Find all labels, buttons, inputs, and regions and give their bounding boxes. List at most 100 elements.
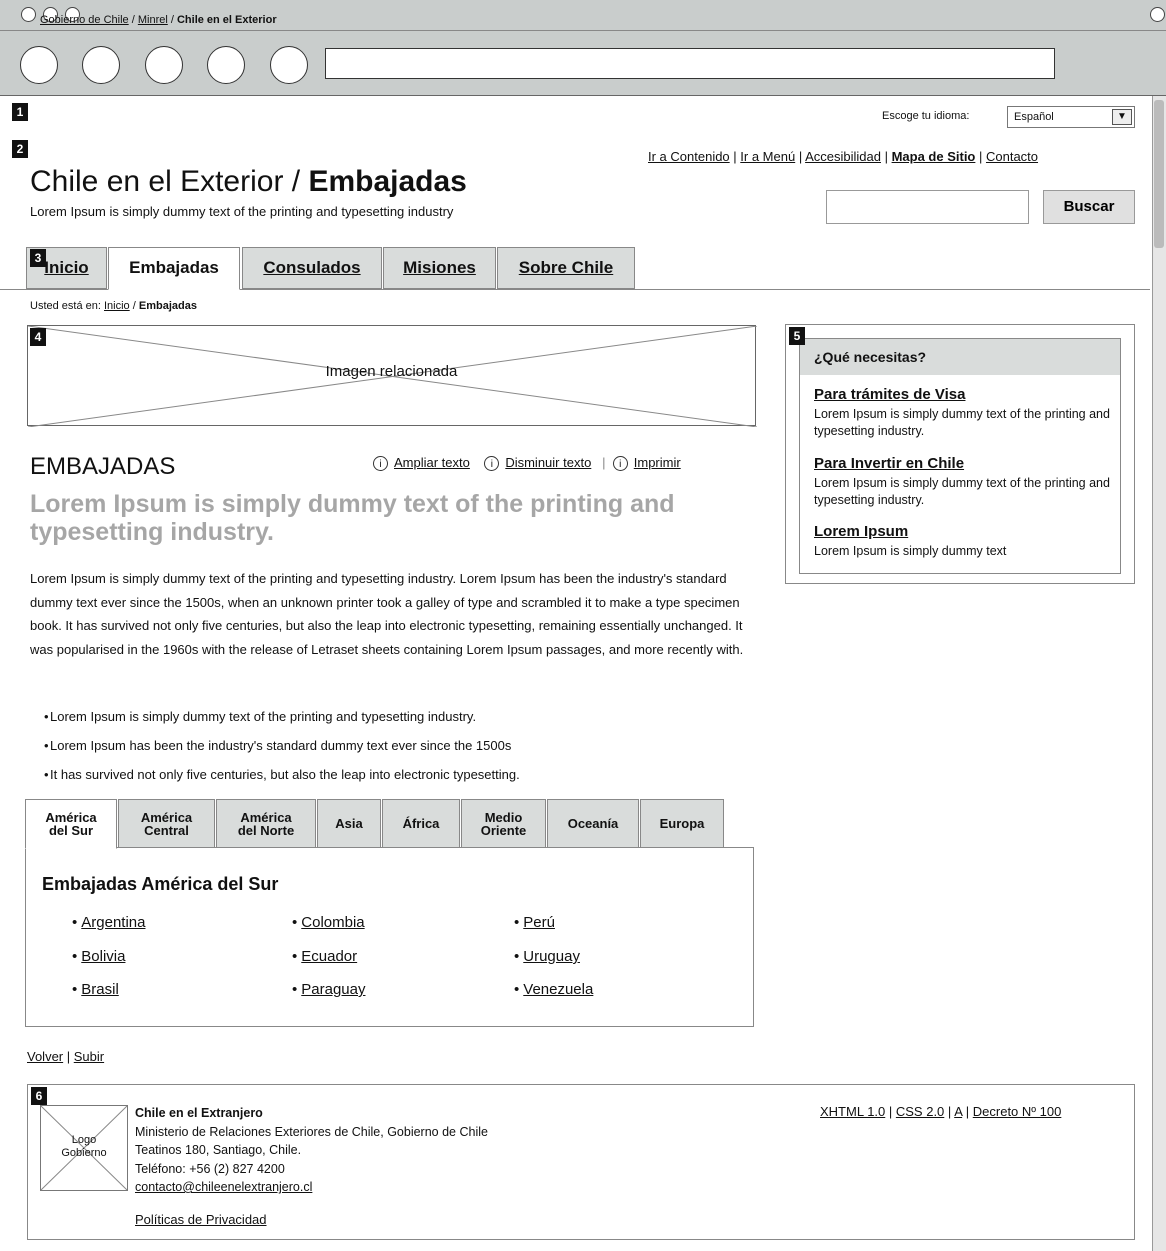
breadcrumb: Usted está en: Inicio / Embajadas: [30, 300, 197, 312]
search-button[interactable]: Buscar: [1043, 190, 1135, 224]
logo-label: Logo Gobierno: [61, 1134, 107, 1159]
bullet-list: Lorem Ipsum is simply dummy text of the …: [30, 702, 520, 789]
annotation-badge: 1: [12, 103, 28, 121]
sidebar-link-visa[interactable]: Para trámites de Visa: [814, 386, 965, 403]
site-title: Chile en el Exterior / Embajadas: [30, 165, 467, 199]
breadcrumb-separator: /: [128, 14, 138, 26]
breadcrumb-link-inicio[interactable]: Inicio: [104, 300, 130, 312]
css-link[interactable]: CSS 2.0: [896, 1104, 944, 1119]
sidebar-link-invertir[interactable]: Para Invertir en Chile: [814, 455, 964, 472]
browser-reload-button[interactable]: [145, 46, 183, 84]
region-tab-america-del-sur[interactable]: América del Sur: [25, 799, 117, 849]
annotation-badge: 6: [31, 1087, 47, 1105]
language-select[interactable]: Español ▼: [1007, 106, 1135, 128]
region-tab-america-del-norte[interactable]: América del Norte: [216, 799, 316, 848]
top-utility-links: Ir a Contenido | Ir a Menú | Accesibilid…: [648, 149, 1039, 164]
country-link-argentina[interactable]: Argentina: [72, 914, 145, 931]
back-link[interactable]: Volver: [27, 1049, 63, 1064]
footer-ministry: Ministerio de Relaciones Exteriores de C…: [135, 1124, 488, 1139]
country-link-peru[interactable]: Perú: [514, 914, 555, 931]
region-tab-africa[interactable]: África: [382, 799, 460, 848]
xhtml-link[interactable]: XHTML 1.0: [820, 1104, 885, 1119]
region-tab-asia[interactable]: Asia: [317, 799, 381, 848]
breadcrumb-top: Gobierno de Chile / Minrel / Chile en el…: [40, 14, 277, 26]
page-links: Volver | Subir: [27, 1049, 105, 1064]
breadcrumb-current: Embajadas: [138, 300, 197, 312]
window-close-button[interactable]: [21, 7, 36, 22]
region-tab-europa[interactable]: Europa: [640, 799, 724, 848]
country-link-venezuela[interactable]: Venezuela: [514, 981, 593, 998]
government-logo: Logo Gobierno: [40, 1105, 128, 1191]
region-tab-label: Asia: [335, 816, 363, 831]
list-item: Lorem Ipsum is simply dummy text of the …: [30, 702, 520, 731]
country-link-ecuador[interactable]: Ecuador: [292, 948, 357, 965]
link-mapa-de-sitio[interactable]: Mapa de Sitio: [892, 149, 976, 164]
site-subtitle: Lorem Ipsum is simply dummy text of the …: [30, 204, 454, 219]
breadcrumb-link-gobierno[interactable]: Gobierno de Chile: [40, 14, 129, 26]
info-icon: i: [484, 456, 500, 472]
browser-stop-button[interactable]: [207, 46, 245, 84]
link-accesibilidad[interactable]: Accesibilidad: [805, 149, 881, 164]
annotation-badge: 2: [12, 140, 28, 158]
browser-toolbar: [0, 31, 1166, 96]
region-tab-label: Europa: [659, 816, 705, 831]
enlarge-text-link[interactable]: Ampliar texto: [394, 455, 470, 470]
body-paragraph: Lorem Ipsum is simply dummy text of the …: [30, 571, 744, 657]
footer-email-link[interactable]: contacto@chileenelextranjero.cl: [135, 1180, 312, 1194]
scrollbar-thumb[interactable]: [1154, 100, 1164, 248]
privacy-policy-link[interactable]: Políticas de Privacidad: [135, 1212, 267, 1227]
footer-org: Chile en el Extranjero: [135, 1106, 263, 1120]
country-link-uruguay[interactable]: Uruguay: [514, 948, 580, 965]
accessibility-a-link[interactable]: A: [954, 1104, 962, 1119]
annotation-badge: 5: [789, 327, 805, 345]
info-icon: i: [612, 456, 628, 472]
tab-consulados[interactable]: Consulados: [242, 247, 382, 289]
sidebar-item-desc: Lorem Ipsum is simply dummy text: [814, 544, 1007, 558]
region-tab-medio-oriente[interactable]: Medio Oriente: [461, 799, 546, 848]
related-image-placeholder: Imagen relacionada: [27, 325, 757, 427]
breadcrumb-link-minrel[interactable]: Minrel: [138, 14, 168, 26]
site-title-section: Embajadas: [308, 165, 467, 198]
sidebar-title: ¿Qué necesitas?: [800, 339, 1120, 375]
country-link-paraguay[interactable]: Paraguay: [292, 981, 365, 998]
region-tab-america-central[interactable]: América Central: [118, 799, 215, 848]
breadcrumb-separator: /: [167, 14, 177, 26]
link-contacto[interactable]: Contacto: [986, 149, 1038, 164]
breadcrumb-label: Usted está en:: [30, 300, 101, 312]
language-selected: Español: [1014, 111, 1054, 123]
footer-address: Teatinos 180, Santiago, Chile.: [135, 1143, 302, 1157]
tab-misiones[interactable]: Misiones: [383, 247, 496, 289]
region-tab-label: América Central: [140, 809, 193, 838]
print-link[interactable]: Imprimir: [634, 455, 681, 470]
sidebar-link-lorem[interactable]: Lorem Ipsum: [814, 523, 908, 540]
lead-text: Lorem Ipsum is simply dummy text of the …: [30, 490, 675, 546]
search-input[interactable]: [826, 190, 1029, 224]
tab-embajadas[interactable]: Embajadas: [108, 247, 240, 290]
up-link[interactable]: Subir: [74, 1049, 104, 1064]
region-tab-label: Medio Oriente: [480, 809, 527, 838]
country-link-colombia[interactable]: Colombia: [292, 914, 364, 931]
page-heading: EMBAJADAS: [30, 453, 176, 480]
sidebar-item-desc: Lorem Ipsum is simply dummy text of the …: [814, 407, 1110, 438]
country-link-bolivia[interactable]: Bolivia: [72, 948, 125, 965]
scrollbar[interactable]: [1152, 96, 1166, 1251]
tab-sobre-chile[interactable]: Sobre Chile: [497, 247, 635, 289]
chevron-down-icon[interactable]: ▼: [1112, 109, 1132, 125]
link-ir-a-menu[interactable]: Ir a Menú: [740, 149, 795, 164]
browser-home-button[interactable]: [270, 46, 308, 84]
link-ir-a-contenido[interactable]: Ir a Contenido: [648, 149, 730, 164]
decreto-link[interactable]: Decreto Nº 100: [973, 1104, 1062, 1119]
window-resize-button[interactable]: [1150, 7, 1165, 22]
language-label: Escoge tu idioma:: [882, 110, 970, 122]
region-tab-oceania[interactable]: Oceanía: [547, 799, 639, 848]
region-tab-label: América del Sur: [45, 810, 97, 838]
browser-back-button[interactable]: [20, 46, 58, 84]
reduce-text-link[interactable]: Disminuir texto: [505, 455, 591, 470]
list-item: Lorem Ipsum has been the industry's stan…: [30, 731, 520, 760]
tools-divider: |: [602, 455, 606, 470]
browser-forward-button[interactable]: [82, 46, 120, 84]
list-item: It has survived not only five centuries,…: [30, 760, 520, 789]
country-link-brasil[interactable]: Brasil: [72, 981, 119, 998]
image-label: Imagen relacionada: [325, 363, 458, 380]
address-bar[interactable]: [325, 48, 1055, 79]
